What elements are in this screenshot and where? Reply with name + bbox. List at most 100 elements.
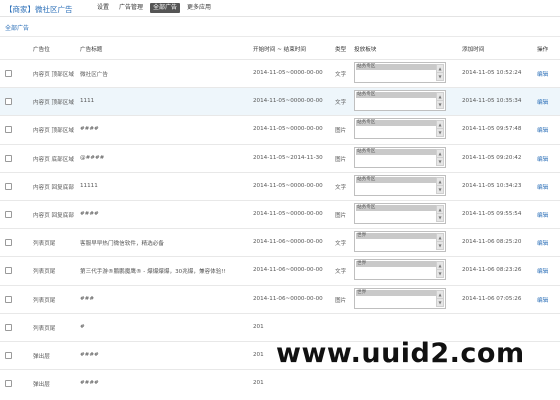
table-row: 列表页尾 #201 (0, 312, 560, 341)
table-row: 内容页 顶部区域 #### 2014-11-05~0000-00-00 图片 站务专区 ▲… (0, 115, 560, 143)
region-option[interactable]: 站务专区 (356, 204, 437, 211)
edit-link[interactable]: 编辑 (537, 98, 548, 106)
row-checkbox[interactable] (5, 295, 12, 303)
cell-added-time: 2014-11-06 08:25:20 (462, 239, 522, 246)
app-title: 【商家】微社区广告 (5, 5, 73, 14)
region-select[interactable]: 世界 ▲ ▼ (354, 259, 446, 281)
cell-added-time: 2014-11-05 09:57:48 (462, 126, 522, 133)
cell-position: 内容页 顶部区域 (33, 72, 74, 78)
table-row: 弹出层 #### 201 (0, 369, 560, 397)
row-checkbox[interactable] (5, 323, 12, 331)
cell-added-time: 2014-11-05 10:52:24 (462, 70, 522, 76)
scroll-down-icon[interactable]: ▼ (436, 241, 444, 251)
edit-link[interactable]: 编辑 (537, 126, 548, 134)
cell-added-time: 2014-11-06 07:05:26 (462, 295, 522, 302)
table-row: 内容页 回复底部 #### 2014-11-05~0000-00-00 图片 站务专区 ▲… (0, 199, 560, 228)
cell-added-time: 2014-11-05 10:34:23 (462, 182, 522, 189)
nav-ad-management[interactable]: 广告管理 (116, 3, 146, 13)
cell-added-time: 2014-11-05 10:35:34 (462, 98, 522, 105)
region-select[interactable]: 站务专区 ▲ ▼ (354, 202, 446, 224)
cell-time: 2014-11-06~0000-00-00 (253, 295, 323, 302)
cell-title: @#### (80, 154, 105, 161)
scroll-down-icon[interactable]: ▼ (436, 297, 444, 307)
cell-position: 弹出层 (33, 353, 50, 360)
region-select[interactable]: 站务专区 ▲ ▼ (354, 174, 446, 196)
edit-link[interactable]: 编辑 (537, 267, 548, 275)
region-option[interactable]: 站务专区 (356, 176, 437, 183)
table-row: 内容页 底部区域 @#### 2014-11-05~2014-11-30 图片 站务专区… (0, 143, 560, 172)
row-checkbox[interactable] (5, 126, 12, 134)
cell-type: 文字 (335, 269, 347, 276)
table-row: 列表页尾 客服早早热门微信软件，精选必备 2014-11-06~0000-00-00… (0, 228, 560, 256)
row-checkbox[interactable] (5, 351, 12, 359)
row-checkbox[interactable] (5, 380, 12, 388)
cell-position: 内容页 回复底部 (33, 212, 74, 219)
cell-position: 内容页 底部区域 (33, 156, 74, 163)
nav-settings[interactable]: 设置 (94, 3, 112, 13)
cell-title: 11111 (80, 182, 98, 189)
row-checkbox[interactable] (5, 182, 12, 190)
cell-title: 客服早早热门微信软件，精选必备 (80, 241, 164, 248)
cell-position: 内容页 回复底部 (33, 184, 74, 191)
cell-type: 图片 (335, 128, 347, 135)
cell-title: 微社区广告 (80, 72, 108, 78)
region-option[interactable]: 世界 (356, 233, 437, 240)
cell-position: 列表页尾 (33, 241, 56, 248)
cell-time: 2014-11-05~2014-11-30 (253, 154, 323, 161)
column-header-title: 广告标题 (80, 47, 103, 53)
cell-added-time: 2014-11-06 08:23:26 (462, 267, 522, 274)
scroll-down-icon[interactable]: ▼ (436, 128, 444, 138)
cell-title: 第三代手游®鹏鹏魔鹰® - 爆爆爆爆，30兆爆，兼容体验!! (80, 269, 226, 276)
edit-link[interactable]: 编辑 (537, 296, 548, 304)
region-option[interactable]: 世界 (356, 261, 437, 268)
scroll-down-icon[interactable]: ▼ (436, 212, 444, 222)
edit-link[interactable]: 编辑 (537, 183, 548, 191)
scroll-down-icon[interactable]: ▼ (436, 184, 444, 194)
cell-position: 列表页尾 (33, 325, 56, 332)
region-option[interactable]: 站务专区 (356, 120, 437, 127)
region-select[interactable]: 世界 ▲ ▼ (354, 287, 446, 309)
region-select[interactable]: 站务专区 ▲ ▼ (354, 90, 446, 112)
cell-type: 文字 (335, 100, 347, 107)
row-checkbox[interactable] (5, 239, 12, 247)
table-row: 内容页 顶部区域 1111 2014-11-05~0000-00-00 文字 站务专区 ▲… (0, 87, 560, 116)
edit-link[interactable]: 编辑 (537, 211, 548, 219)
nav-all-ads[interactable]: 全部广告 (150, 3, 181, 13)
edit-link[interactable]: 编辑 (537, 70, 548, 78)
region-option[interactable]: 站务专区 (356, 64, 437, 70)
cell-time: 2014-11-05~0000-00-00 (253, 98, 323, 105)
table-row: 列表页尾 ### 2014-11-06~0000-00-00 图片 世界 ▲ ▼ 2014-1… (0, 284, 560, 313)
region-option[interactable]: 站务专区 (356, 148, 437, 155)
edit-link[interactable]: 编辑 (537, 155, 548, 163)
row-checkbox[interactable] (5, 267, 12, 275)
region-select[interactable]: 世界 ▲ ▼ (354, 231, 446, 253)
column-header-position: 广告位 (33, 47, 50, 53)
cell-title: #### (80, 210, 99, 217)
cell-time: 201 (253, 323, 264, 330)
region-select[interactable]: 站务专区 ▲ ▼ (354, 62, 446, 83)
cell-type: 文字 (335, 72, 347, 78)
cell-position: 列表页尾 (33, 269, 56, 276)
column-header-time: 开始时间 ~ 结束时间 (253, 47, 306, 53)
row-checkbox[interactable] (5, 98, 12, 106)
region-option[interactable]: 站务专区 (356, 92, 437, 99)
nav-more-apps[interactable]: 更多应用 (184, 3, 214, 13)
table-row: 列表页尾 第三代手游®鹏鹏魔鹰® - 爆爆爆爆，30兆爆，兼容体验!! 2014-1… (0, 256, 560, 284)
row-checkbox[interactable] (5, 154, 12, 162)
cell-position: 内容页 顶部区域 (33, 128, 74, 135)
cell-title: 1111 (80, 98, 95, 105)
scroll-down-icon[interactable]: ▼ (436, 156, 444, 166)
scroll-down-icon[interactable]: ▼ (436, 100, 444, 110)
region-select[interactable]: 站务专区 ▲ ▼ (354, 118, 446, 140)
scroll-down-icon[interactable]: ▼ (436, 72, 444, 81)
scroll-down-icon[interactable]: ▼ (436, 269, 444, 279)
region-option[interactable]: 世界 (356, 289, 437, 296)
cell-title: #### (80, 126, 99, 133)
edit-link[interactable]: 编辑 (537, 239, 548, 247)
region-select[interactable]: 站务专区 ▲ ▼ (354, 146, 446, 168)
row-checkbox[interactable] (5, 70, 12, 77)
cell-time: 2014-11-05~0000-00-00 (253, 182, 323, 189)
cell-added-time: 2014-11-05 09:55:54 (462, 210, 522, 217)
row-checkbox[interactable] (5, 210, 12, 218)
column-header-region: 投放板块 (354, 47, 377, 53)
